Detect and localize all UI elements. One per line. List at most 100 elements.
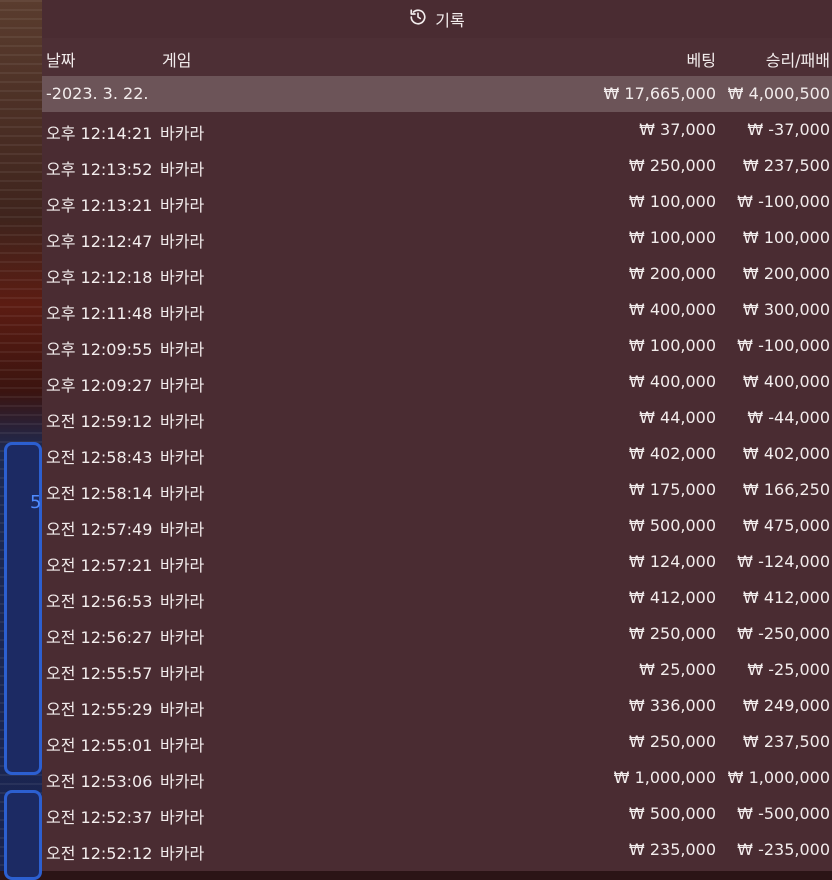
column-header-result: 승리/패배	[765, 51, 830, 70]
row-game: 바카라	[160, 232, 205, 251]
row-bet: ₩ 100,000	[628, 192, 716, 211]
row-time: 오후 12:14:21	[46, 124, 153, 143]
row-result: ₩ -37,000	[747, 120, 830, 139]
row-time: 오후 12:11:48	[46, 304, 153, 323]
table-row[interactable]: 오전 12:55:57 바카라 ₩ 25,000 ₩ -25,000	[42, 652, 832, 688]
row-result: ₩ -235,000	[737, 840, 830, 859]
column-header-date: 날짜	[46, 51, 76, 70]
table-row[interactable]: 오전 12:58:43 바카라 ₩ 402,000 ₩ 402,000	[42, 436, 832, 472]
row-bet: ₩ 250,000	[628, 732, 716, 751]
row-game: 바카라	[160, 772, 205, 791]
table-row[interactable]: 오전 12:57:49 바카라 ₩ 500,000 ₩ 475,000	[42, 508, 832, 544]
date-group-bet-total: ₩ 17,665,000	[603, 84, 716, 103]
table-row[interactable]: 오후 12:09:55 바카라 ₩ 100,000 ₩ -100,000	[42, 328, 832, 364]
row-game: 바카라	[160, 664, 205, 683]
table-row[interactable]: 오후 12:13:52 바카라 ₩ 250,000 ₩ 237,500	[42, 148, 832, 184]
row-time: 오전 12:59:12	[46, 412, 153, 431]
row-game: 바카라	[160, 304, 205, 323]
row-time: 오전 12:52:37	[46, 808, 153, 827]
row-result: ₩ -500,000	[737, 804, 830, 823]
row-result: ₩ -25,000	[747, 660, 830, 679]
row-time: 오후 12:09:55	[46, 340, 153, 359]
bet-panel-edge-lower	[4, 790, 42, 880]
row-result: ₩ 237,500	[742, 732, 830, 751]
row-result: ₩ -100,000	[737, 192, 830, 211]
table-row[interactable]: 오전 12:59:12 바카라 ₩ 44,000 ₩ -44,000	[42, 400, 832, 436]
table-row[interactable]: 오전 12:56:27 바카라 ₩ 250,000 ₩ -250,000	[42, 616, 832, 652]
column-header-game: 게임	[162, 51, 192, 70]
panel-title: 기록	[435, 11, 465, 30]
row-bet: ₩ 500,000	[628, 804, 716, 823]
row-result: ₩ 400,000	[742, 372, 830, 391]
row-result: ₩ -124,000	[737, 552, 830, 571]
table-header: 날짜 게임 베팅 승리/패배	[42, 38, 832, 76]
table-row[interactable]: 오전 12:58:14 바카라 ₩ 175,000 ₩ 166,250	[42, 472, 832, 508]
row-game: 바카라	[160, 556, 205, 575]
row-result: ₩ 200,000	[742, 264, 830, 283]
row-result: ₩ 237,500	[742, 156, 830, 175]
row-bet: ₩ 235,000	[628, 840, 716, 859]
table-row[interactable]: 오전 12:52:37 바카라 ₩ 500,000 ₩ -500,000	[42, 796, 832, 832]
table-row[interactable]: 오전 12:57:21 바카라 ₩ 124,000 ₩ -124,000	[42, 544, 832, 580]
row-bet: ₩ 100,000	[628, 228, 716, 247]
row-game: 바카라	[160, 160, 205, 179]
row-time: 오전 12:55:29	[46, 700, 153, 719]
row-result: ₩ 475,000	[742, 516, 830, 535]
table-row[interactable]: 오후 12:12:47 바카라 ₩ 100,000 ₩ 100,000	[42, 220, 832, 256]
row-time: 오후 12:12:47	[46, 232, 153, 251]
history-panel: 기록 날짜 게임 베팅 승리/패배 -2023. 3. 22. ₩ 17,665…	[42, 0, 832, 871]
row-game: 바카라	[160, 592, 205, 611]
row-game: 바카라	[160, 124, 205, 143]
row-bet: ₩ 44,000	[639, 408, 716, 427]
row-time: 오전 12:56:27	[46, 628, 153, 647]
table-row[interactable]: 오전 12:53:06 바카라 ₩ 1,000,000 ₩ 1,000,000	[42, 760, 832, 796]
row-bet: ₩ 37,000	[639, 120, 716, 139]
row-time: 오후 12:12:18	[46, 268, 153, 287]
table-row[interactable]: 오전 12:56:53 바카라 ₩ 412,000 ₩ 412,000	[42, 580, 832, 616]
table-row[interactable]: 오후 12:13:21 바카라 ₩ 100,000 ₩ -100,000	[42, 184, 832, 220]
row-time: 오전 12:58:14	[46, 484, 153, 503]
date-group-result-total: ₩ 4,000,500	[727, 84, 830, 103]
row-result: ₩ 412,000	[742, 588, 830, 607]
date-group-label: -2023. 3. 22.	[46, 84, 149, 103]
row-game: 바카라	[160, 520, 205, 539]
row-game: 바카라	[160, 268, 205, 287]
row-bet: ₩ 250,000	[628, 624, 716, 643]
row-game: 바카라	[160, 412, 205, 431]
row-bet: ₩ 412,000	[628, 588, 716, 607]
row-result: ₩ 402,000	[742, 444, 830, 463]
row-time: 오전 12:55:57	[46, 664, 153, 683]
game-background: 5	[0, 0, 42, 880]
row-result: ₩ 100,000	[742, 228, 830, 247]
row-bet: ₩ 400,000	[628, 372, 716, 391]
background-number: 5	[30, 492, 42, 513]
row-game: 바카라	[160, 484, 205, 503]
table-row[interactable]: 오전 12:55:29 바카라 ₩ 336,000 ₩ 249,000	[42, 688, 832, 724]
date-group-row[interactable]: -2023. 3. 22. ₩ 17,665,000 ₩ 4,000,500	[42, 76, 832, 112]
row-game: 바카라	[160, 808, 205, 827]
row-game: 바카라	[160, 628, 205, 647]
table-row[interactable]: 오후 12:11:48 바카라 ₩ 400,000 ₩ 300,000	[42, 292, 832, 328]
row-bet: ₩ 25,000	[639, 660, 716, 679]
row-bet: ₩ 200,000	[628, 264, 716, 283]
row-game: 바카라	[160, 736, 205, 755]
table-row[interactable]: 오전 12:55:01 바카라 ₩ 250,000 ₩ 237,500	[42, 724, 832, 760]
table-row[interactable]: 오후 12:09:27 바카라 ₩ 400,000 ₩ 400,000	[42, 364, 832, 400]
row-bet: ₩ 336,000	[628, 696, 716, 715]
row-game: 바카라	[160, 196, 205, 215]
row-time: 오전 12:57:49	[46, 520, 153, 539]
table-row[interactable]: 오후 12:12:18 바카라 ₩ 200,000 ₩ 200,000	[42, 256, 832, 292]
row-time: 오후 12:13:52	[46, 160, 153, 179]
row-game: 바카라	[160, 448, 205, 467]
row-time: 오전 12:55:01	[46, 736, 153, 755]
row-time: 오전 12:56:53	[46, 592, 153, 611]
row-game: 바카라	[160, 844, 205, 863]
table-row[interactable]: 오후 12:14:21 바카라 ₩ 37,000 ₩ -37,000	[42, 112, 832, 148]
row-bet: ₩ 1,000,000	[613, 768, 716, 787]
row-bet: ₩ 250,000	[628, 156, 716, 175]
column-header-bet: 베팅	[686, 51, 716, 70]
row-time: 오전 12:58:43	[46, 448, 153, 467]
table-row[interactable]: 오전 12:52:12 바카라 ₩ 235,000 ₩ -235,000	[42, 832, 832, 868]
row-bet: ₩ 500,000	[628, 516, 716, 535]
row-result: ₩ -44,000	[747, 408, 830, 427]
